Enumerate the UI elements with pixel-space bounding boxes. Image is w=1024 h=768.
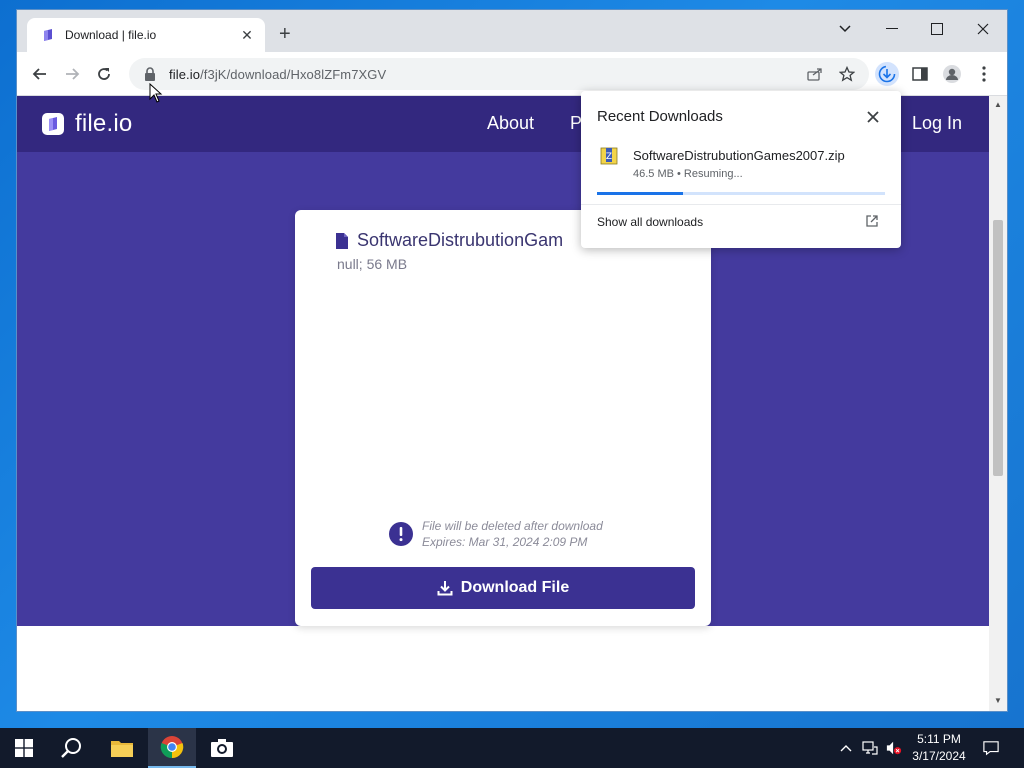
show-hidden-icons-icon[interactable]	[838, 740, 854, 756]
exclamation-icon	[389, 522, 413, 546]
file-name-row: SoftwareDistrubutionGam	[335, 230, 563, 251]
browser-toolbar: file.io/f3jK/download/Hxo8lZFm7XGV	[17, 52, 1007, 96]
downloads-close-icon[interactable]	[863, 107, 883, 127]
logo-text: file.io	[75, 110, 133, 137]
chrome-taskbar-icon[interactable]	[148, 728, 196, 768]
downloads-icon[interactable]	[875, 62, 899, 86]
camera-app-icon[interactable]	[198, 728, 246, 768]
menu-kebab-icon[interactable]	[972, 62, 996, 86]
system-clock[interactable]: 5:11 PM 3/17/2024	[906, 731, 972, 765]
zip-file-icon: Z	[600, 147, 618, 165]
notice-text: File will be deleted after download Expi…	[422, 518, 603, 550]
minimize-icon[interactable]	[877, 18, 907, 40]
file-explorer-icon[interactable]	[98, 728, 146, 768]
site-logo[interactable]: file.io	[41, 110, 132, 138]
download-file-button[interactable]: Download File	[311, 567, 695, 609]
tab-close-icon[interactable]: ✕	[239, 27, 255, 44]
fileio-logo-icon	[42, 113, 64, 135]
download-arrow-icon	[437, 581, 453, 596]
network-icon[interactable]	[862, 740, 878, 756]
tab-search-icon[interactable]	[830, 18, 860, 40]
fileio-favicon-icon	[44, 29, 52, 41]
close-window-icon[interactable]	[968, 18, 998, 40]
reload-icon[interactable]	[92, 62, 116, 86]
clock-time: 5:11 PM	[917, 732, 961, 746]
show-all-downloads-link[interactable]: Show all downloads	[597, 215, 703, 229]
browser-tab-active[interactable]: Download | file.io ✕	[27, 18, 265, 52]
file-name: SoftwareDistrubutionGam	[357, 230, 564, 250]
nav-login-link[interactable]: Log In	[912, 113, 962, 134]
mouse-cursor-icon	[149, 83, 163, 103]
notice-line-1: File will be deleted after download	[422, 519, 603, 533]
profile-avatar-icon[interactable]	[940, 62, 964, 86]
tab-strip: Download | file.io ✕ +	[17, 10, 1007, 52]
windows-taskbar: 5:11 PM 3/17/2024	[0, 728, 1024, 768]
lock-icon[interactable]	[141, 65, 159, 83]
maximize-icon[interactable]	[922, 18, 952, 40]
new-tab-icon[interactable]: +	[279, 24, 291, 44]
download-progress-fill	[597, 192, 684, 195]
scroll-up-icon[interactable]: ▲	[994, 100, 1002, 109]
download-card: SoftwareDistrubutionGam null; 56 MB File…	[295, 210, 711, 626]
downloads-divider	[581, 204, 901, 205]
address-bar[interactable]: file.io/f3jK/download/Hxo8lZFm7XGV	[129, 58, 869, 90]
volume-muted-icon[interactable]	[886, 740, 902, 756]
side-panel-icon[interactable]	[908, 62, 932, 86]
download-item-status: 46.5 MB • Resuming...	[633, 168, 743, 180]
download-button-label: Download File	[460, 579, 570, 596]
search-icon[interactable]	[48, 728, 96, 768]
start-button-icon[interactable]	[0, 728, 48, 768]
download-progress-bar	[597, 192, 885, 195]
downloads-title: Recent Downloads	[597, 108, 723, 125]
bookmark-star-icon[interactable]	[837, 64, 857, 84]
tab-title: Download | file.io	[65, 28, 157, 42]
open-external-icon[interactable]	[865, 214, 879, 228]
url-text[interactable]: file.io/f3jK/download/Hxo8lZFm7XGV	[169, 67, 386, 82]
scroll-thumb[interactable]	[993, 220, 1003, 476]
expiry-notice: File will be deleted after download Expi…	[389, 518, 603, 550]
notification-center-icon[interactable]	[983, 740, 999, 756]
back-icon[interactable]	[28, 62, 52, 86]
scroll-down-icon[interactable]: ▼	[994, 696, 1002, 705]
document-icon	[336, 232, 348, 249]
downloads-bubble: Recent Downloads Z SoftwareDistrubutionG…	[581, 91, 901, 248]
page-scrollbar[interactable]: ▲ ▼	[989, 96, 1007, 711]
file-meta: null; 56 MB	[337, 256, 408, 272]
notice-line-2: Expires: Mar 31, 2024 2:09 PM	[422, 535, 588, 549]
clock-date: 3/17/2024	[912, 749, 966, 763]
forward-icon[interactable]	[60, 62, 84, 86]
nav-about-link[interactable]: About	[487, 113, 534, 134]
download-item-name[interactable]: SoftwareDistrubutionGames2007.zip	[633, 148, 845, 163]
share-icon[interactable]	[805, 64, 825, 84]
svg-text:Z: Z	[606, 152, 612, 162]
